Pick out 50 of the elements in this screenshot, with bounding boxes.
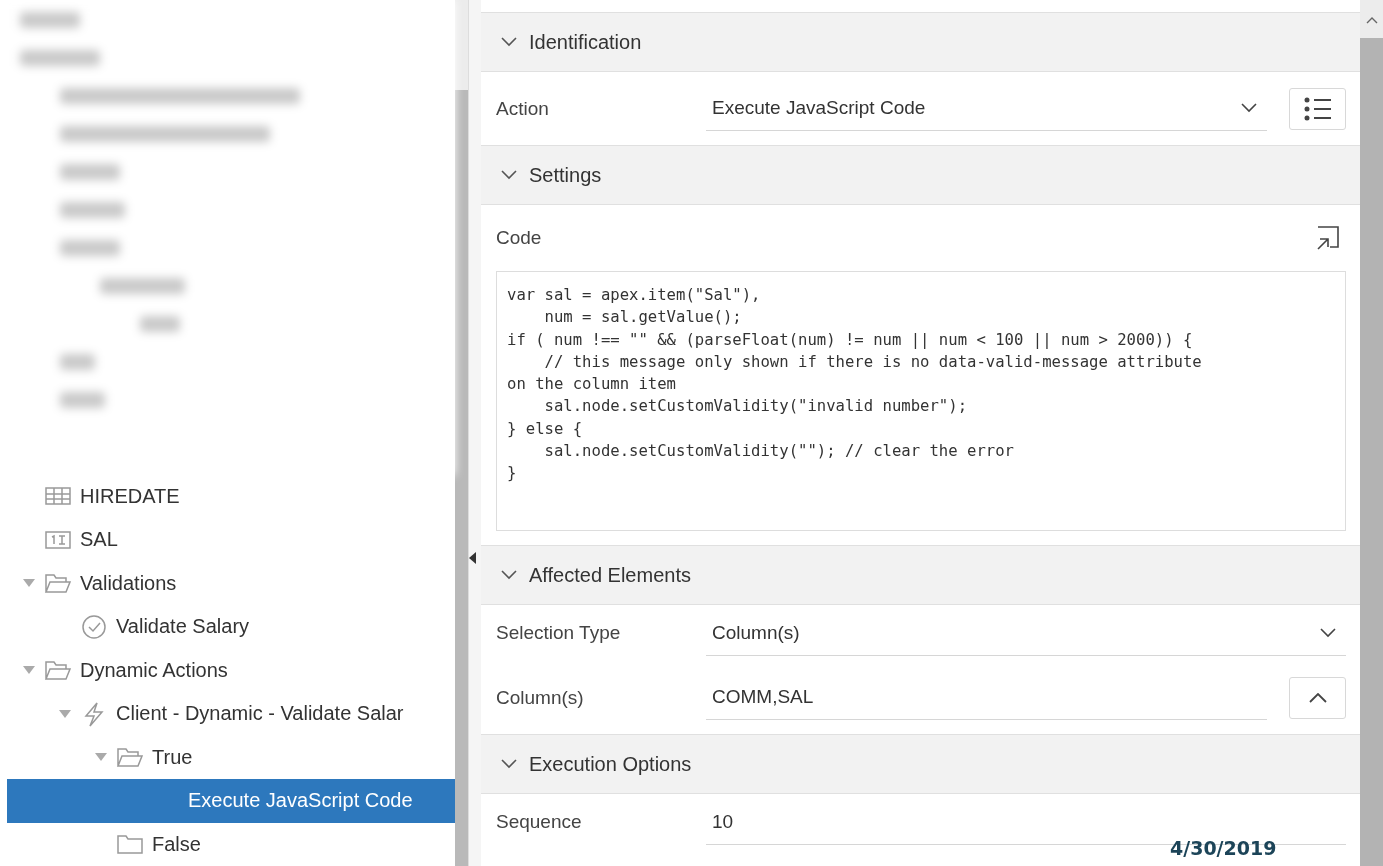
- expanded-triangle-icon[interactable]: [94, 752, 108, 763]
- scrollbar[interactable]: [455, 0, 468, 866]
- chevron-down-icon: [501, 170, 517, 180]
- check-circle-icon: [80, 613, 108, 640]
- tree-item[interactable]: Validations: [7, 561, 455, 605]
- tree-item[interactable]: HIREDATE: [7, 474, 455, 518]
- collapse-arrow-icon[interactable]: [469, 552, 476, 564]
- code-editor[interactable]: [496, 271, 1346, 531]
- chevron-down-icon: [501, 759, 517, 769]
- chevron-down-icon: [501, 37, 517, 47]
- chevron-down-icon: [501, 570, 517, 580]
- tree-item[interactable]: True: [7, 735, 455, 779]
- tree-item[interactable]: Client - Dynamic - Validate Salar: [7, 692, 455, 736]
- group-header[interactable]: Affected Elements: [481, 545, 1360, 605]
- tree-item[interactable]: SAL: [7, 518, 455, 562]
- collapse-button[interactable]: [1289, 676, 1346, 719]
- select-field[interactable]: Column(s): [706, 610, 1346, 656]
- tree-item[interactable]: Validate Salary: [7, 605, 455, 649]
- field-label: Code: [496, 227, 543, 249]
- expanded-triangle-icon[interactable]: [58, 708, 72, 719]
- tree-item[interactable]: False: [7, 822, 455, 866]
- code-line: }: [507, 463, 518, 485]
- list-icon: [1302, 95, 1333, 122]
- expanded-triangle-icon[interactable]: [22, 578, 36, 589]
- select-field[interactable]: Execute JavaScript Code: [706, 86, 1267, 131]
- list-button[interactable]: [1289, 87, 1346, 130]
- expanded-triangle-icon[interactable]: [22, 665, 36, 676]
- scroll-up-icon[interactable]: [1365, 16, 1378, 24]
- code-line: // this message only shown if there is no data-valid-message attribute: [543, 351, 1203, 373]
- chevron-up-icon: [1308, 692, 1327, 703]
- field-label: Column(s): [496, 686, 585, 709]
- field-label: Selection Type: [496, 622, 622, 644]
- group-header[interactable]: Identification: [481, 12, 1360, 72]
- code-line: } else {: [507, 418, 584, 440]
- text-field[interactable]: COMM,SAL: [706, 675, 1267, 720]
- field-label: Sequence: [496, 811, 583, 833]
- code-line: sal.node.setCustomValidity(""); // clear the error: [543, 441, 1015, 463]
- group-header[interactable]: Execution Options: [481, 734, 1360, 794]
- code-line: if ( num !== "" && (parseFloat(num) != num || num < 100 || num > 2000)) {: [507, 329, 1194, 351]
- tree-item[interactable]: Dynamic Actions: [7, 648, 455, 692]
- code-line: var sal = apex.item("Sal"),: [507, 285, 762, 306]
- code-line: on the column item: [507, 374, 677, 396]
- code-line: num = sal.getValue();: [543, 307, 743, 329]
- group-header[interactable]: Settings: [481, 145, 1360, 205]
- tree-item[interactable]: Execute JavaScript Code: [7, 779, 455, 823]
- chevron-down-icon: [1320, 627, 1336, 638]
- scrollbar[interactable]: [1360, 0, 1383, 866]
- code-line: sal.node.setCustomValidity("invalid number");: [543, 396, 969, 418]
- field-label: Action: [496, 97, 550, 120]
- chevron-down-icon: [1241, 103, 1257, 113]
